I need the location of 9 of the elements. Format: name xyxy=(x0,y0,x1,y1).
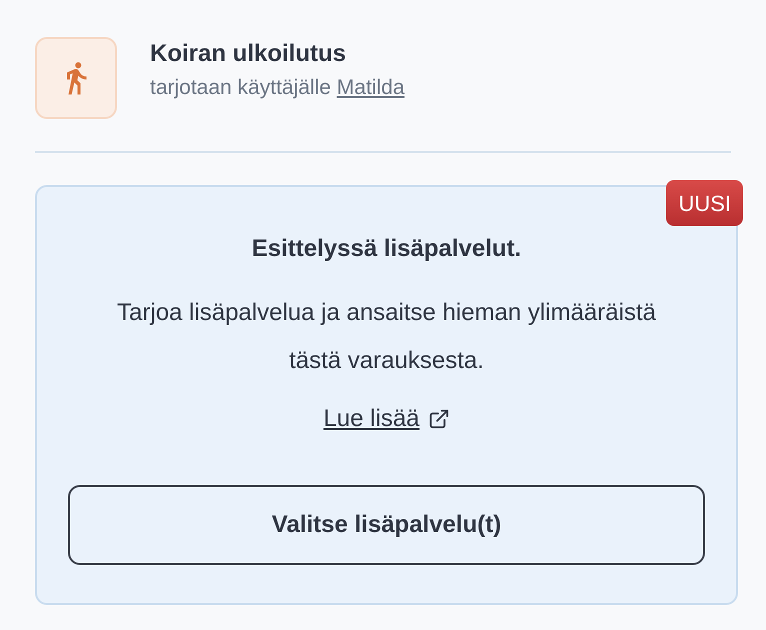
read-more-link[interactable]: Lue lisää xyxy=(323,401,450,437)
promo-heading: Esittelyssä lisäpalvelut. xyxy=(252,234,522,264)
promo-description: Tarjoa lisäpalvelua ja ansaitse hieman ylimääräistä tästä varauksesta. xyxy=(116,298,657,376)
service-title: Koiran ulkoilutus xyxy=(150,39,348,69)
offered-to-text: tarjotaan käyttäjälle xyxy=(150,76,331,99)
user-link[interactable]: Matilda xyxy=(336,76,404,99)
new-badge: UUSI xyxy=(666,180,743,226)
choose-services-button[interactable]: Valitse lisäpalvelu(t) xyxy=(68,485,705,565)
external-link-icon xyxy=(428,408,450,430)
